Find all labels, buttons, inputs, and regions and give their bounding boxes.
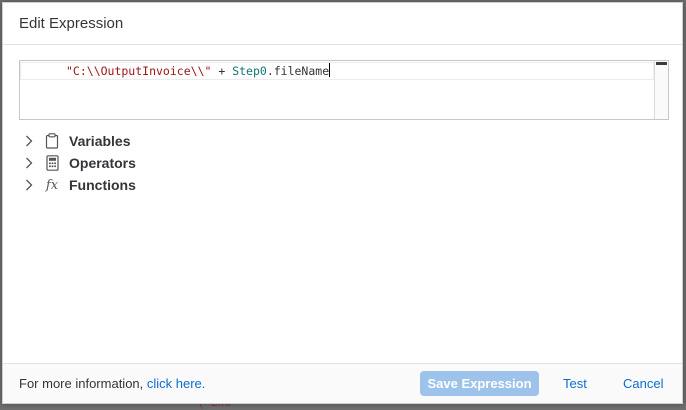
info-text: For more information, click here.: [19, 376, 205, 391]
code-line[interactable]: "C:\\OutputInvoice\\" + Step0.fileName: [20, 62, 654, 80]
calculator-icon: [39, 152, 65, 174]
chevron-right-icon[interactable]: [19, 152, 39, 174]
edit-expression-dialog: Edit Expression "C:\\OutputInvoice\\" + …: [2, 2, 683, 404]
tree-item-label: Functions: [69, 177, 136, 193]
info-prefix: For more information,: [19, 376, 147, 391]
dialog-title: Edit Expression: [19, 15, 124, 32]
save-expression-button[interactable]: Save Expression: [420, 371, 539, 396]
property-token: .fileName: [266, 64, 330, 78]
chevron-right-icon[interactable]: [19, 174, 39, 196]
editor-scrollbar[interactable]: [654, 61, 668, 119]
dialog-footer: For more information, click here. Save E…: [3, 363, 682, 403]
variable-token: Step0: [232, 64, 267, 78]
string-token: "C:\\OutputInvoice\\": [66, 64, 212, 78]
tree-item-label: Operators: [69, 155, 136, 171]
test-button[interactable]: Test: [557, 371, 593, 396]
tree-item-operators[interactable]: Operators: [19, 152, 136, 174]
scrollbar-thumb[interactable]: [656, 62, 667, 65]
tree-item-variables[interactable]: Variables: [19, 130, 136, 152]
operator-token: +: [211, 64, 233, 78]
chevron-right-icon[interactable]: [19, 130, 39, 152]
expression-editor[interactable]: "C:\\OutputInvoice\\" + Step0.fileName: [19, 60, 669, 120]
click-here-link[interactable]: click here.: [147, 376, 206, 391]
expression-tree: Variables Operators fx Functions: [19, 130, 136, 196]
fx-icon: fx: [45, 177, 59, 193]
tree-item-label: Variables: [69, 133, 131, 149]
text-caret: [329, 63, 331, 77]
clipboard-icon: [39, 130, 65, 152]
tree-item-functions[interactable]: fx Functions: [19, 174, 136, 196]
dialog-header: Edit Expression: [3, 3, 682, 45]
cancel-button[interactable]: Cancel: [617, 371, 669, 396]
